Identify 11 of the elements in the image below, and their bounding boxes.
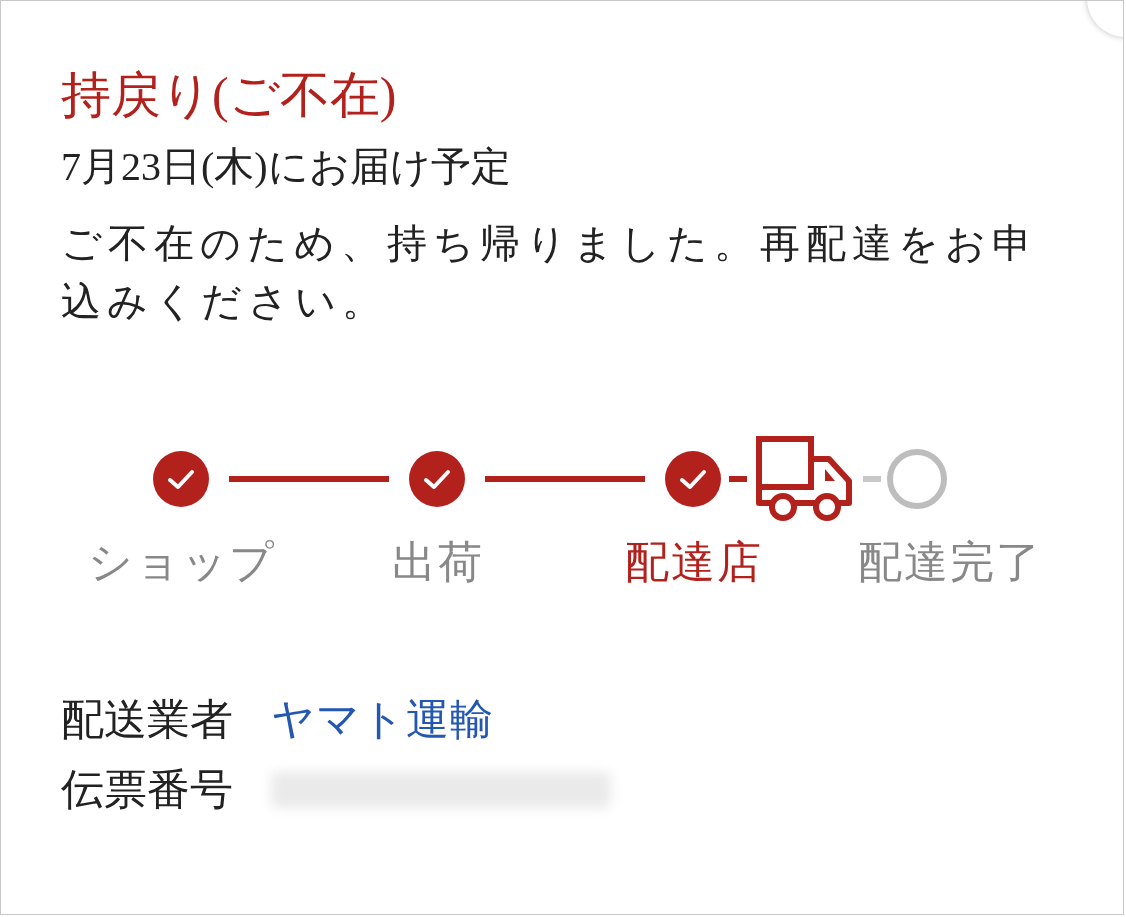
detail-label: 伝票番号 — [61, 765, 233, 815]
truck-icon — [755, 435, 855, 523]
status-title: 持戻り(ご不在) — [61, 66, 398, 125]
carrier-link[interactable]: ヤマト運輸 — [271, 690, 611, 750]
delivery-date: 7月23日(木)にお届け予定 — [61, 143, 512, 191]
detail-label: 配送業者 — [61, 695, 233, 745]
step-label: 配達店 — [624, 537, 764, 589]
step-label: 配達完了 — [857, 537, 1043, 589]
status-message: ご不在のため、持ち帰りました。再配達をお申込みください。 — [61, 220, 1039, 326]
step-label: 出荷 — [391, 537, 485, 589]
step-label: ショップ — [87, 537, 277, 589]
